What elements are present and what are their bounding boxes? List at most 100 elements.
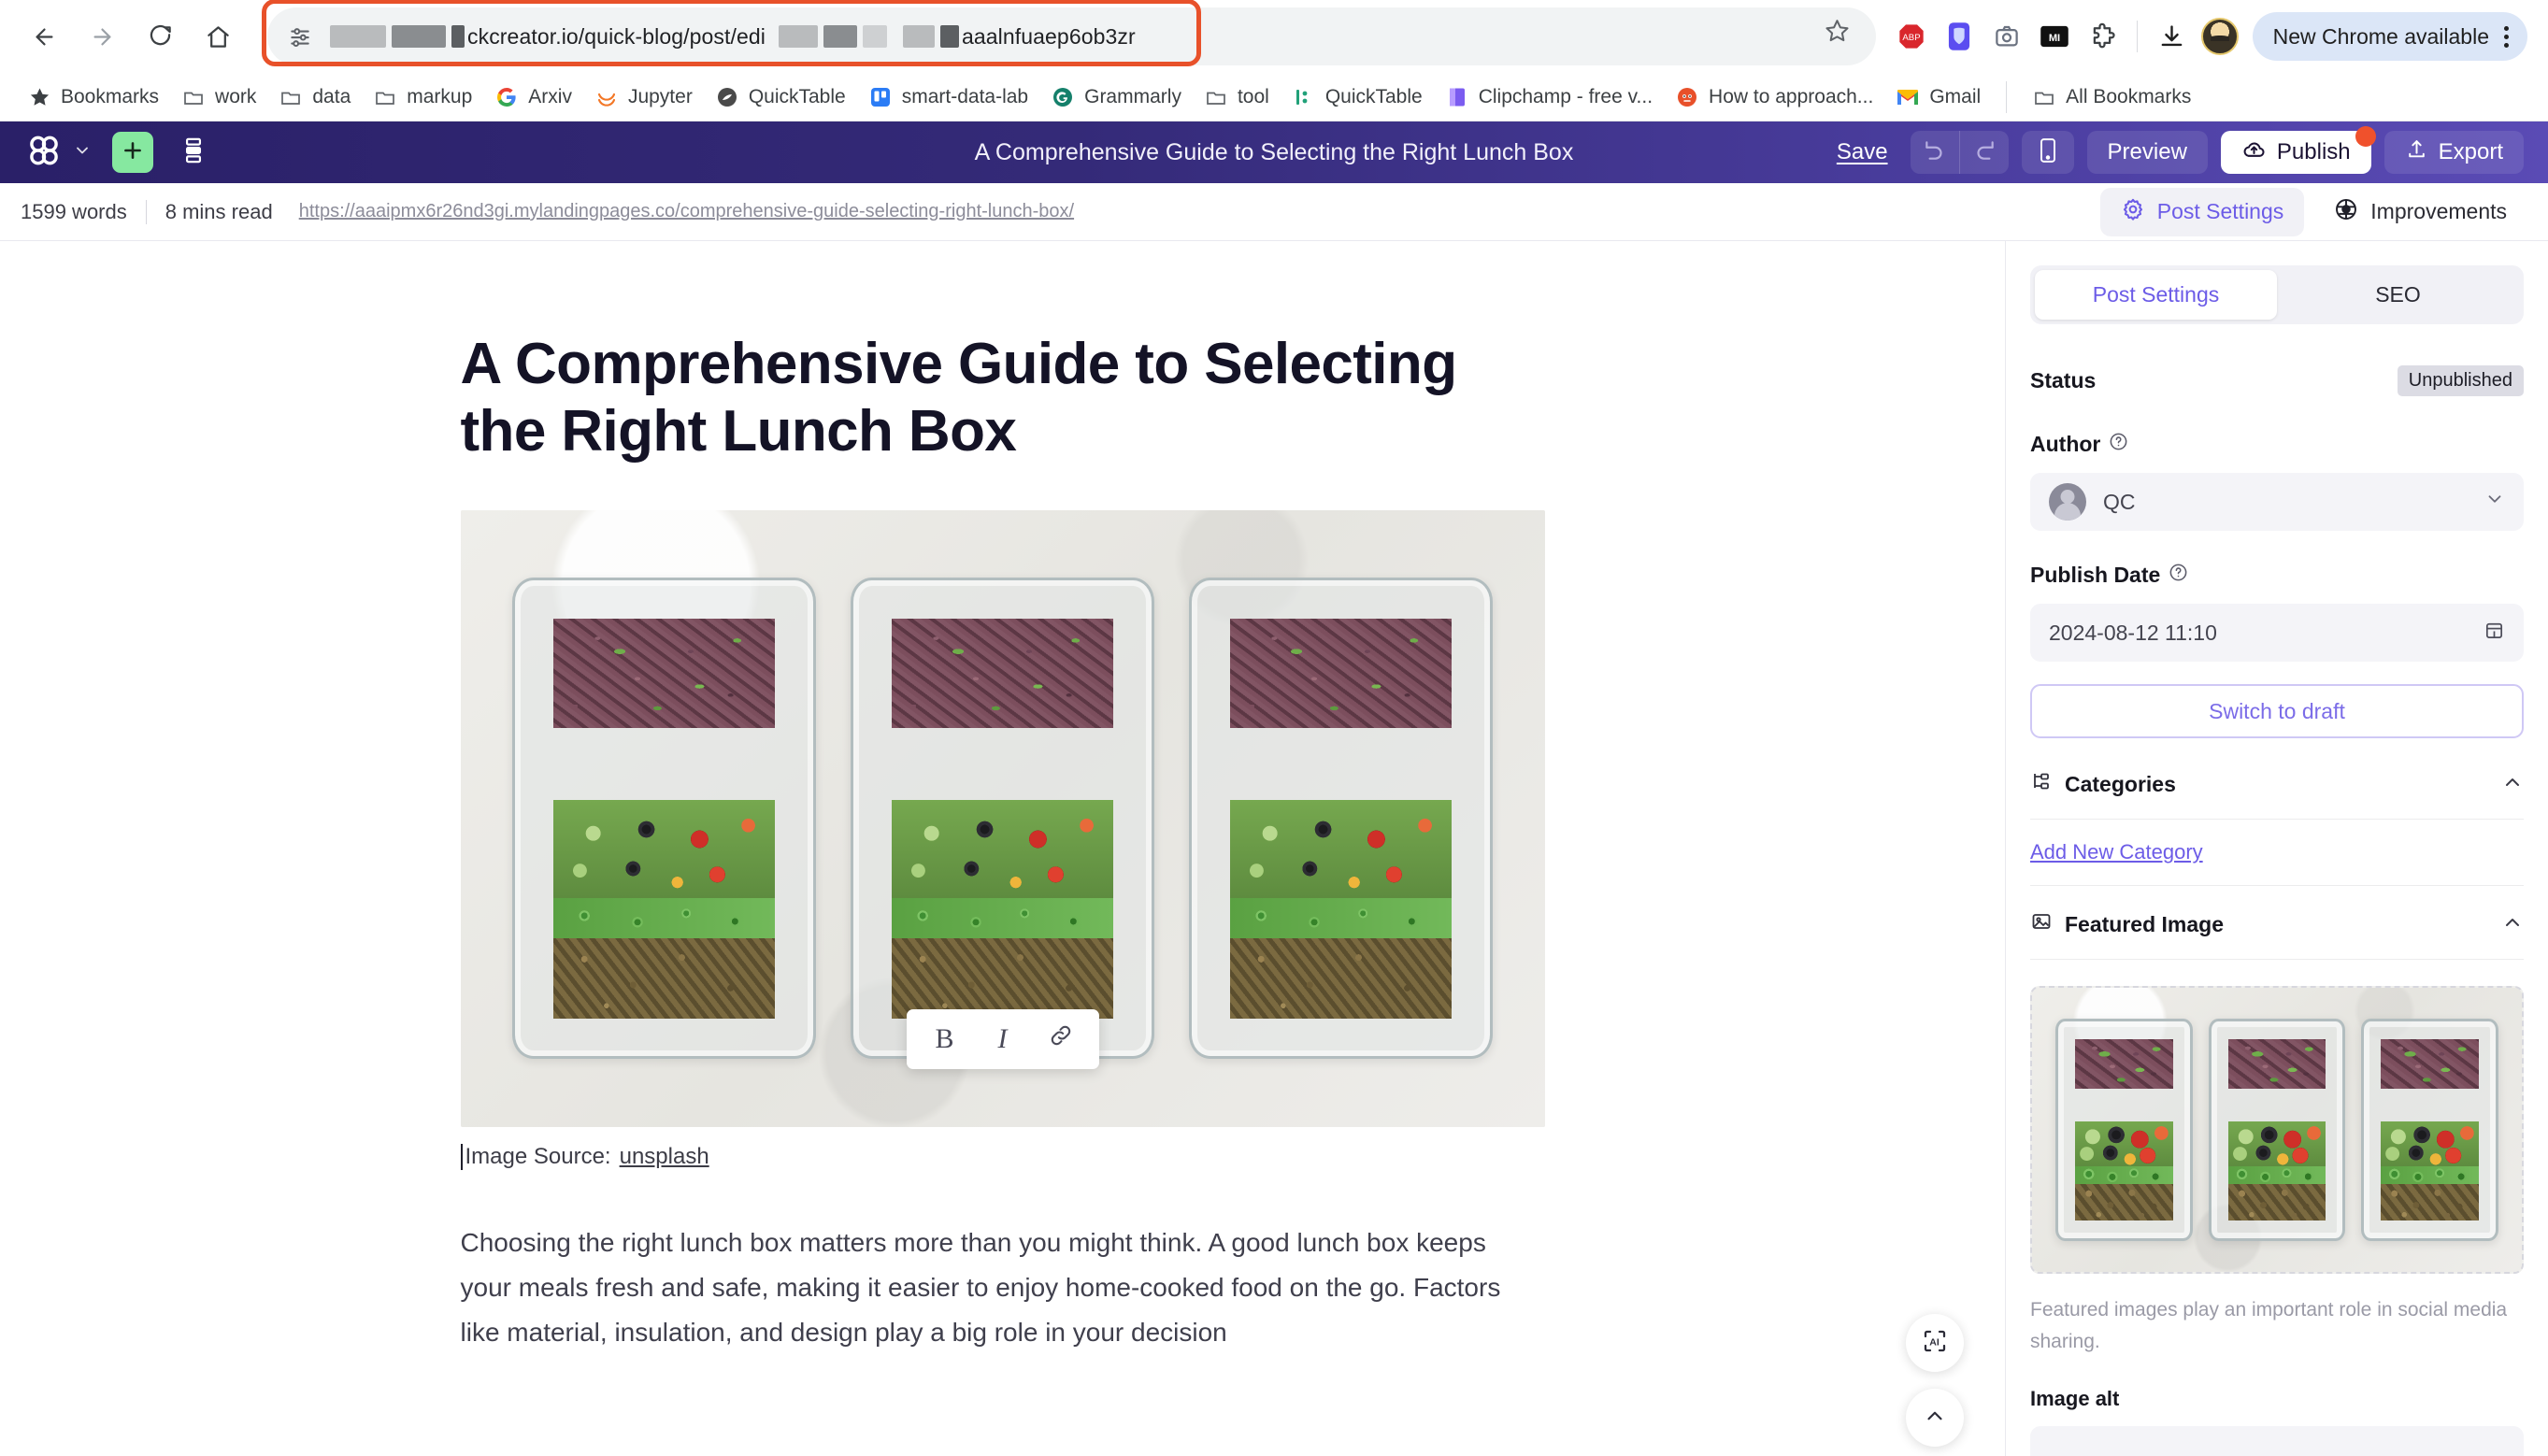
hero-image[interactable]: B I — [460, 509, 1545, 1127]
app-toolbar: A Comprehensive Guide to Selecting the R… — [0, 121, 2548, 183]
caption-source-link[interactable]: unsplash — [620, 1144, 709, 1170]
download-icon[interactable] — [2150, 14, 2195, 59]
screenshot-icon[interactable] — [1984, 14, 2029, 59]
bookmark-label: Bookmarks — [61, 85, 160, 107]
bookmark-label: How to approach... — [1709, 85, 1874, 107]
scallion-layer — [2381, 1165, 2479, 1185]
forward-button[interactable] — [75, 9, 129, 64]
help-circle-icon[interactable] — [2169, 563, 2188, 588]
bookmark-smart-data-lab[interactable]: smart-data-lab — [858, 79, 1038, 115]
publish-button[interactable]: Publish — [2220, 126, 2376, 174]
address-bar[interactable]: ckcreator.io/quick-blog/post/edi aaalnfua… — [267, 7, 1876, 65]
reload-icon — [148, 24, 173, 50]
url-visible-2: aaalnfuaep6ob3zr — [961, 23, 1136, 49]
chevron-up-icon[interactable] — [2501, 771, 2524, 798]
bookmark-grammarly[interactable]: Grammarly — [1040, 79, 1192, 115]
page-title[interactable]: A Comprehensive Guide to Selecting the R… — [461, 331, 1545, 465]
corn-layer — [2075, 1089, 2172, 1121]
lentil-layer — [552, 938, 776, 1019]
bookmark-jupyter[interactable]: Jupyter — [584, 79, 703, 115]
bookmark-quicktable[interactable]: QuickTable — [705, 79, 856, 115]
bookmark-data[interactable]: data — [268, 79, 361, 115]
bookmark-how-to-approach[interactable]: How to approach... — [1665, 79, 1883, 115]
undo-redo-group — [1910, 131, 2009, 174]
permalink-link[interactable]: https://aaaipmx6r26nd3gi.mylandingpages.… — [299, 201, 1074, 222]
calendar-icon[interactable] — [2484, 620, 2505, 647]
image-icon — [2030, 910, 2053, 938]
save-button[interactable]: Save — [1827, 139, 1897, 165]
bitwarden-icon[interactable] — [1937, 14, 1982, 59]
word-count: 1599 words — [21, 199, 127, 223]
featured-image-section-header[interactable]: Featured Image — [2030, 910, 2524, 960]
featured-image-containers — [2032, 988, 2522, 1272]
scroll-top-button[interactable] — [1906, 1389, 1964, 1447]
ai-assist-button[interactable]: AI — [1906, 1314, 1964, 1372]
mi-extension-icon[interactable]: MI — [2032, 14, 2077, 59]
bookmark-label: QuickTable — [748, 85, 846, 107]
veggie-layer — [552, 800, 776, 899]
reload-button[interactable] — [133, 9, 187, 64]
publish-date-label-text: Publish Date — [2030, 563, 2161, 587]
star-outline-icon[interactable] — [1825, 18, 1850, 48]
author-select[interactable]: QC — [2030, 473, 2524, 531]
publish-date-input[interactable]: 2024-08-12 11:10 — [2030, 604, 2524, 662]
mobile-preview-icon — [2037, 137, 2059, 168]
folder-icon — [2032, 85, 2056, 109]
bookmark-quicktable-2[interactable]: QuickTable — [1281, 79, 1433, 115]
sidebar-tabs: Post Settings SEO — [2030, 265, 2524, 324]
bookmark-gmail[interactable]: Gmail — [1885, 79, 1991, 115]
help-circle-icon[interactable] — [2109, 432, 2128, 457]
back-button[interactable] — [17, 9, 71, 64]
bookmark-tool[interactable]: tool — [1194, 79, 1280, 115]
app-logo-button[interactable] — [24, 131, 92, 175]
mobile-preview-button[interactable] — [2021, 131, 2074, 174]
italic-button[interactable]: I — [974, 1015, 1032, 1063]
chrome-update-pill[interactable]: New Chrome available — [2252, 12, 2527, 61]
folder-icon — [1204, 85, 1228, 109]
body-paragraph[interactable]: Choosing the right lunch box matters mor… — [461, 1220, 1536, 1355]
bookmark-markup[interactable]: markup — [363, 79, 482, 115]
kebab-menu-icon[interactable] — [2500, 25, 2512, 48]
rice-layer — [2381, 1038, 2479, 1089]
fox-icon — [1675, 85, 1699, 109]
image-caption[interactable]: Image Source: unsplash — [460, 1143, 1545, 1170]
profile-avatar[interactable] — [2197, 14, 2242, 59]
link-button[interactable] — [1032, 1015, 1090, 1063]
post-settings-button[interactable]: Post Settings — [2099, 187, 2305, 236]
all-bookmarks-button[interactable]: All Bookmarks — [2022, 79, 2201, 115]
puzzle-piece-icon[interactable] — [2080, 14, 2125, 59]
redo-button[interactable] — [1960, 131, 2009, 174]
category-tree-icon — [2030, 770, 2053, 798]
post-settings-label: Post Settings — [2156, 199, 2284, 223]
tune-icon[interactable] — [288, 24, 312, 49]
bookmark-arxiv[interactable]: Arxiv — [484, 79, 582, 115]
bookmark-bookmarks[interactable]: Bookmarks — [17, 79, 169, 115]
featured-image-thumbnail[interactable] — [2030, 986, 2524, 1274]
layers-button[interactable] — [174, 132, 213, 173]
add-new-category-link[interactable]: Add New Category — [2030, 840, 2524, 886]
adblock-plus-icon[interactable]: ABP — [1889, 14, 1934, 59]
caption-prefix: Image Source: — [465, 1143, 611, 1169]
veggie-layer — [1229, 800, 1453, 899]
home-button[interactable] — [191, 9, 245, 64]
undo-button[interactable] — [1911, 131, 1959, 174]
preview-button[interactable]: Preview — [2086, 131, 2208, 174]
corn-layer — [2381, 1089, 2478, 1121]
scallion-layer — [552, 898, 776, 939]
bold-button[interactable]: B — [916, 1015, 974, 1063]
chevron-up-icon[interactable] — [2501, 911, 2524, 938]
improvements-button[interactable]: Improvements — [2313, 188, 2527, 236]
add-block-button[interactable] — [112, 132, 153, 173]
switch-to-draft-button[interactable]: Switch to draft — [2030, 684, 2524, 738]
export-button[interactable]: Export — [2383, 131, 2524, 174]
tab-post-settings[interactable]: Post Settings — [2035, 270, 2277, 320]
image-alt-input[interactable] — [2030, 1426, 2524, 1456]
tab-seo[interactable]: SEO — [2277, 270, 2519, 320]
quicktable-icon — [715, 85, 739, 109]
bookmark-clipchamp[interactable]: Clipchamp - free v... — [1435, 79, 1663, 115]
bookmark-work[interactable]: work — [171, 79, 266, 115]
editor-canvas[interactable]: A Comprehensive Guide to Selecting the R… — [0, 241, 2006, 1456]
categories-section-header[interactable]: Categories — [2030, 770, 2524, 820]
google-icon — [494, 85, 519, 109]
lunch-box-3 — [1189, 578, 1493, 1060]
